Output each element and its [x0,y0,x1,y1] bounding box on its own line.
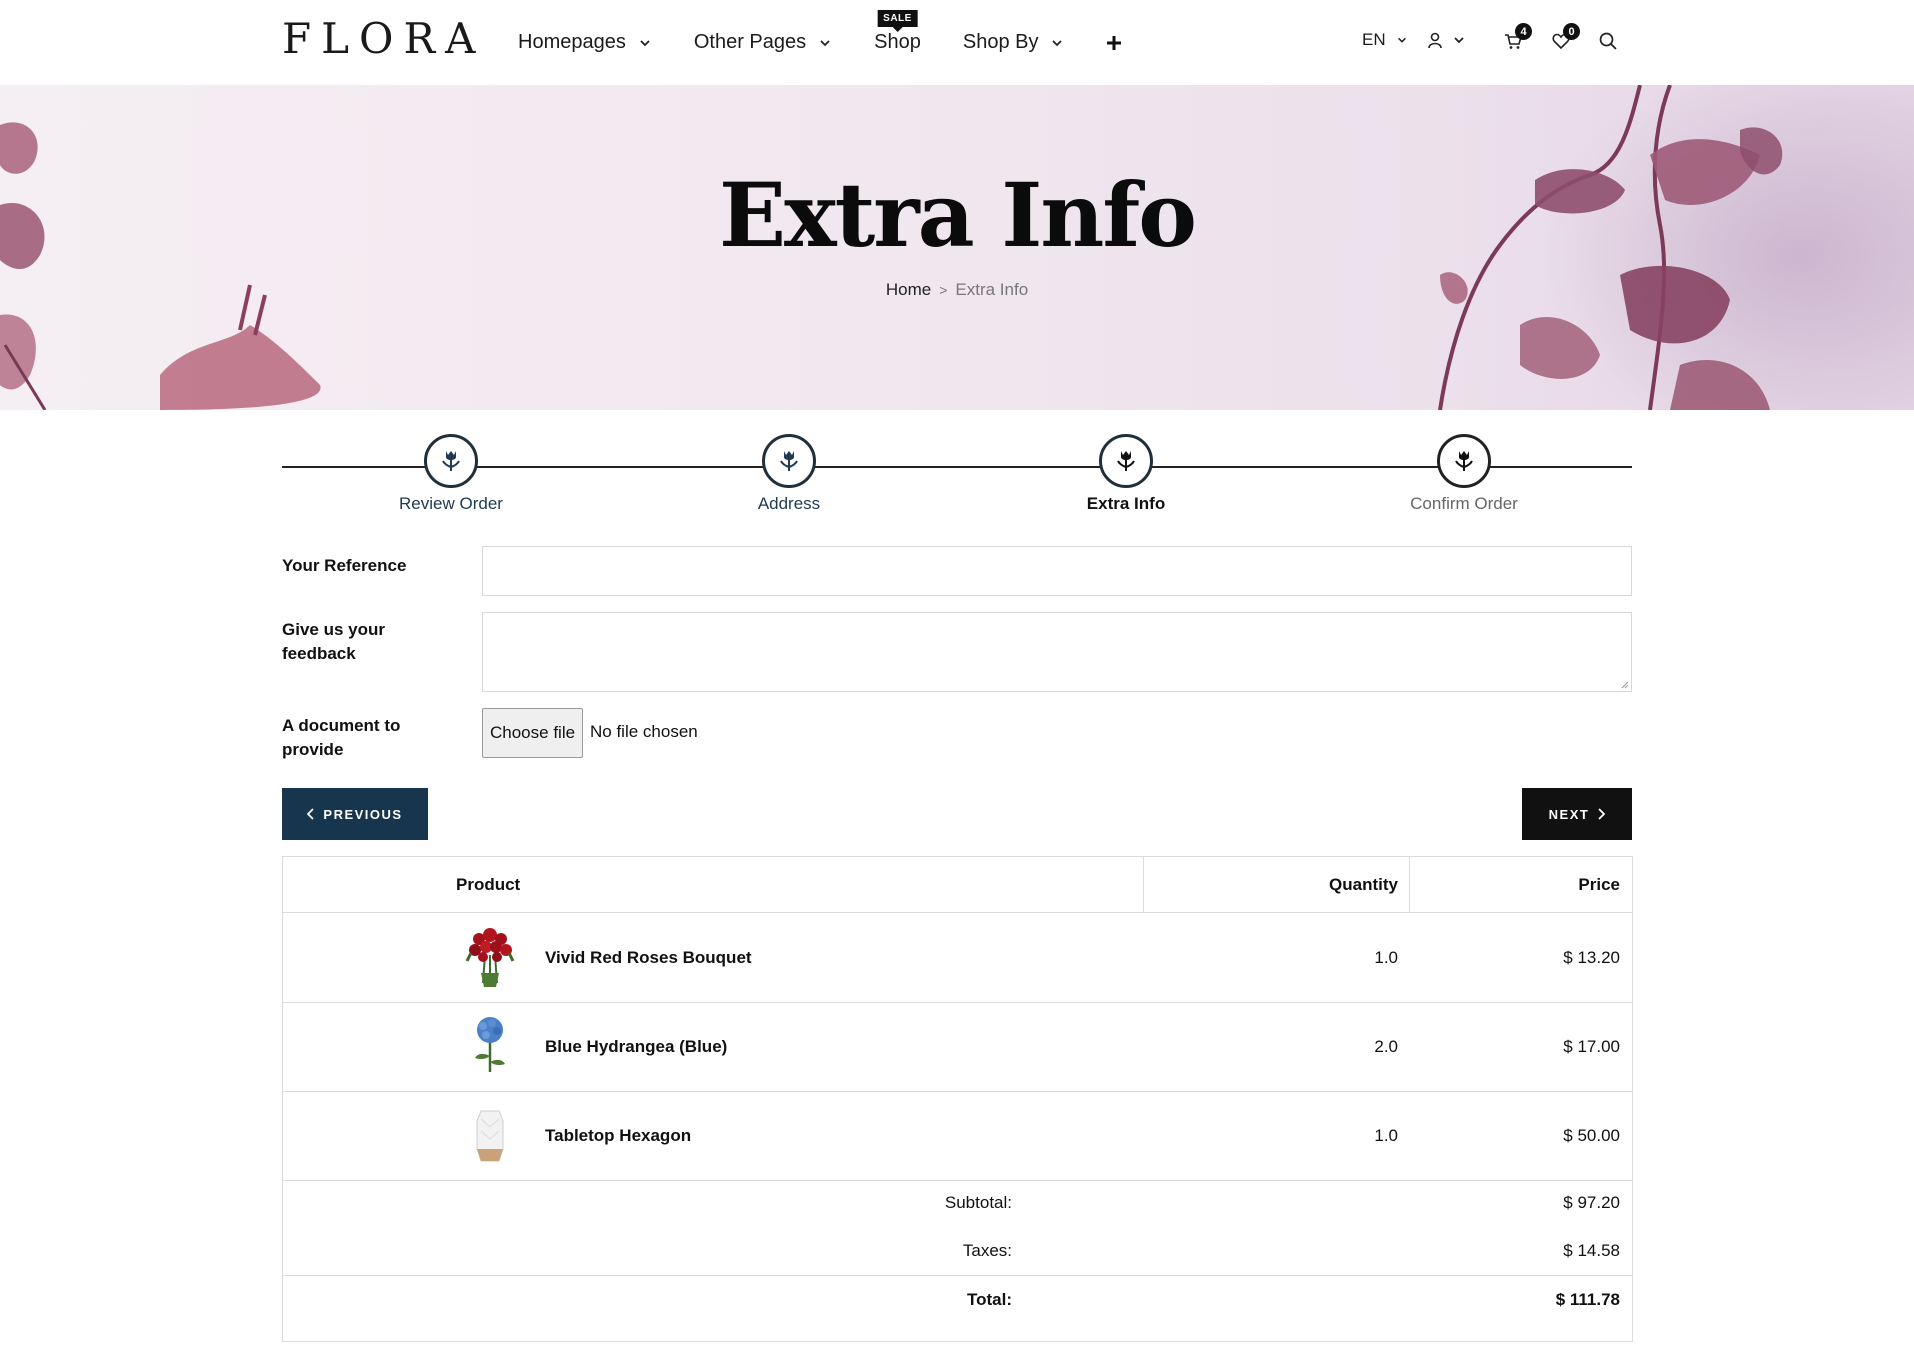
table-row: Blue Hydrangea (Blue) 2.0 $ 17.00 [283,1002,1632,1091]
product-price: $ 13.20 [1563,947,1620,967]
site-header: FLORA Homepages Other Pages SALE Shop Sh… [0,0,1914,85]
step-label: Extra Info [1086,494,1166,513]
header-price: Price [1578,874,1620,894]
product-price: $ 17.00 [1563,1036,1620,1056]
order-summary-table: Product Quantity Price Vivid Red Roses B… [282,856,1633,1342]
chevron-down-icon [1397,37,1406,43]
resize-grip-icon[interactable] [1621,681,1629,689]
document-row: A document to provide Choose file No fil… [282,708,1632,759]
flora-logo[interactable]: FLORA [282,14,475,62]
table-row: Vivid Red Roses Bouquet 1.0 $ 13.20 [283,913,1632,1002]
row-divider [283,1275,1632,1276]
plus-icon [1107,35,1122,50]
nav-shop-label: Shop [874,31,921,53]
header-product: Product [456,874,521,894]
wishlist-count-badge: 0 [1563,23,1580,40]
next-button[interactable]: NEXT [1522,788,1632,840]
product-name[interactable]: Vivid Red Roses Bouquet [545,913,752,1002]
red-roses-image[interactable] [461,923,519,991]
previous-label: PREVIOUS [323,806,403,822]
feedback-label: Give us your feedback [282,620,385,663]
taxes-value: $ 14.58 [1563,1241,1620,1260]
tulip-icon [1455,451,1473,471]
step-review-order[interactable]: Review Order [351,434,551,514]
next-label: NEXT [1548,806,1590,822]
search-icon [1599,32,1617,50]
blue-hydrangea-image[interactable] [461,1012,519,1080]
search-button[interactable] [1599,32,1617,50]
choose-file-button[interactable]: Choose file [482,708,584,758]
step-label: Review Order [399,494,503,513]
step-label: Address [757,494,821,513]
tulip-icon [442,451,460,471]
tulip-icon [1117,451,1135,471]
chevron-down-icon [820,39,830,46]
row-divider [283,1180,1632,1181]
product-quantity: 1.0 [1374,1125,1398,1145]
step-label: Confirm Order [1410,494,1518,513]
cart-count-badge: 4 [1515,23,1532,40]
nav-shop-by-label: Shop By [962,31,1039,53]
chevron-down-icon [1052,39,1063,46]
reference-row: Your Reference [282,546,1632,596]
total-value: $ 111.78 [1555,1290,1620,1309]
step-circle [1437,434,1491,488]
wishlist-button[interactable]: 0 [1552,23,1580,50]
step-circle [762,434,816,488]
feedback-row: Give us your feedback [282,612,1632,692]
checkout-steps: Review Order Address Extra Info Confirm … [282,434,1632,516]
language-selector[interactable]: EN [1362,30,1408,50]
taxes-label: Taxes: [962,1241,1012,1260]
product-price: $ 50.00 [1563,1125,1620,1145]
nav-shop[interactable]: SALE Shop [874,0,921,85]
breadcrumb: Home > Extra Info [0,280,1914,300]
product-name[interactable]: Tabletop Hexagon [545,1091,691,1180]
feedback-textarea[interactable] [482,612,1632,692]
subtotal-value: $ 97.20 [1563,1193,1620,1212]
chevron-left-icon [307,808,315,820]
nav-homepages[interactable]: Homepages [518,0,652,85]
breadcrumb-current: Extra Info [955,280,1029,299]
header-quantity: Quantity [1329,874,1398,894]
chevron-down-icon [640,39,650,46]
step-circle [1099,434,1153,488]
nav-more[interactable] [1106,0,1122,85]
nav-homepages-label: Homepages [518,31,626,53]
account-menu[interactable] [1428,32,1468,50]
hexagon-vase-image[interactable] [461,1101,519,1169]
tulip-icon [780,451,798,471]
column-divider [1143,857,1144,912]
sale-badge: SALE [877,10,918,32]
page-title: Extra Info [719,163,1197,267]
product-name[interactable]: Blue Hydrangea (Blue) [545,1002,727,1091]
table-row: Tabletop Hexagon 1.0 $ 50.00 [283,1091,1632,1180]
cart-button[interactable]: 4 [1504,23,1532,50]
reference-input[interactable] [482,546,1632,596]
logo-text: FLORA [282,14,486,63]
nav-other-pages[interactable]: Other Pages [694,0,832,85]
nav-other-pages-label: Other Pages [693,31,807,53]
breadcrumb-home[interactable]: Home [886,280,931,299]
page-banner: Extra Info Home > Extra Info [0,85,1914,410]
step-address[interactable]: Address [689,434,889,514]
file-status: No file chosen [590,722,698,741]
subtotal-label: Subtotal: [944,1193,1012,1212]
step-circle [424,434,478,488]
breadcrumb-separator: > [939,282,948,298]
document-label: A document to provide [282,716,401,759]
product-quantity: 1.0 [1374,947,1398,967]
nav-shop-by[interactable]: Shop By [963,0,1065,85]
step-extra-info[interactable]: Extra Info [1026,434,1226,514]
main-nav: Homepages Other Pages SALE Shop Shop By [518,0,1164,85]
user-icon [1428,32,1464,49]
reference-label: Your Reference [282,556,407,575]
language-label: EN [1362,30,1386,49]
product-quantity: 2.0 [1374,1036,1398,1056]
step-confirm-order[interactable]: Confirm Order [1364,434,1564,514]
column-divider [1409,857,1410,912]
total-label: Total: [966,1290,1012,1309]
chevron-right-icon [1598,808,1606,820]
previous-button[interactable]: PREVIOUS [282,788,428,840]
